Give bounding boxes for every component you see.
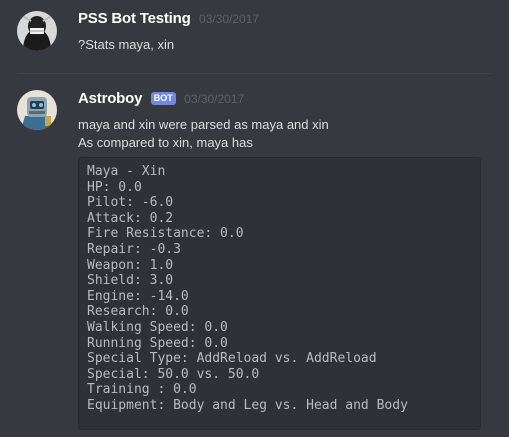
code-line: Research: 0.0 [87, 304, 189, 320]
code-line: Equipment: Body and Leg vs. Head and Bod… [87, 397, 408, 413]
code-line: HP: 0.0 [87, 179, 142, 195]
code-line: Special: 50.0 vs. 50.0 [87, 366, 260, 382]
code-line: Fire Resistance: 0.0 [87, 226, 244, 242]
code-line: Engine: -14.0 [87, 288, 189, 304]
code-line: Repair: -0.3 [87, 241, 181, 257]
timestamp: 03/30/2017 [184, 92, 245, 106]
robot-avatar[interactable] [17, 90, 57, 130]
code-block[interactable]: Maya - Xin HP: 0.0 Pilot: -6.0 Attack: 0… [78, 157, 481, 430]
message-text: maya and xin were parsed as maya and xin [78, 117, 329, 132]
username[interactable]: Astroboy [78, 90, 142, 107]
code-line: Training : 0.0 [87, 382, 197, 398]
timestamp: 03/30/2017 [199, 12, 260, 26]
bot-badge: BOT [150, 92, 176, 105]
robot-avatar-icon [17, 90, 57, 130]
message-text: As compared to xin, maya has [78, 135, 253, 150]
code-line: Maya - Xin [87, 164, 166, 179]
masked-user-avatar-icon [17, 11, 57, 51]
author-line: PSS Bot Testing 03/30/2017 [78, 10, 259, 28]
code-line: Pilot: -6.0 [87, 195, 174, 211]
code-line: Attack: 0.2 [87, 210, 174, 226]
code-line: Weapon: 1.0 [87, 257, 174, 273]
username[interactable]: PSS Bot Testing [78, 10, 191, 27]
message-text: ?Stats maya, xin [78, 37, 175, 52]
code-line: Special Type: AddReload vs. AddReload [87, 351, 377, 367]
code-line: Walking Speed: 0.0 [87, 319, 228, 335]
author-line: Astroboy BOT 03/30/2017 [78, 90, 244, 108]
code-line: Shield: 3.0 [87, 273, 174, 289]
chat-messages: PSS Bot Testing 03/30/2017 ?Stats maya, … [0, 0, 509, 437]
masked-user-avatar[interactable] [17, 11, 57, 51]
code-line: Running Speed: 0.0 [87, 335, 228, 351]
message-divider [17, 73, 492, 74]
